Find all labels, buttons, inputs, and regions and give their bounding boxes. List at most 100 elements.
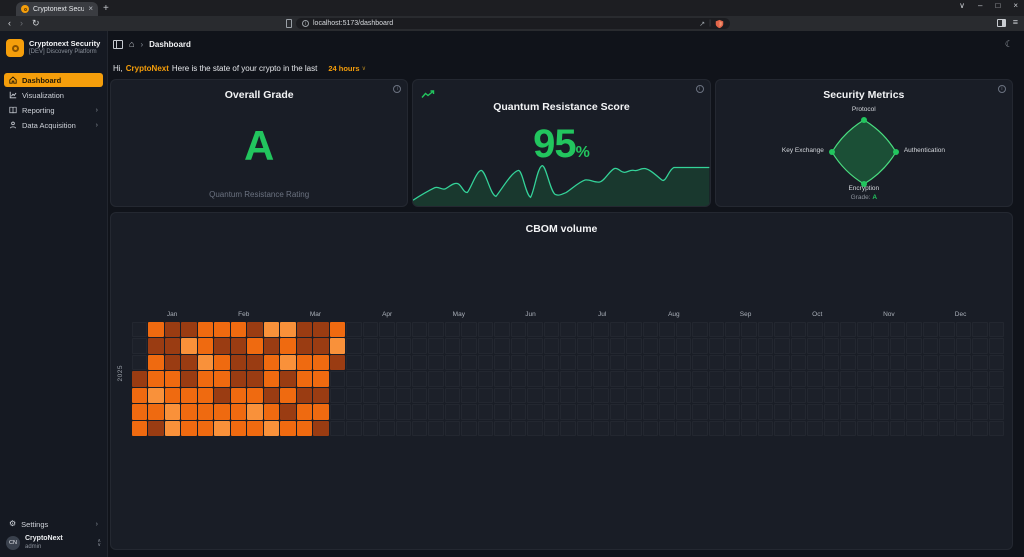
heatmap-cell[interactable]: [296, 420, 313, 436]
heatmap-cell[interactable]: [280, 420, 296, 436]
heatmap-cell[interactable]: [148, 404, 164, 420]
heatmap-cell[interactable]: [230, 404, 247, 420]
heatmap-cell[interactable]: [230, 354, 247, 371]
heatmap-cell[interactable]: [329, 338, 346, 354]
site-info-icon[interactable]: i: [302, 20, 309, 27]
heatmap-cell[interactable]: [214, 322, 230, 338]
heatmap-cell[interactable]: [164, 387, 181, 404]
browser-reload-button[interactable]: ↻: [32, 19, 40, 28]
heatmap-cell[interactable]: [263, 338, 280, 354]
heatmap-cell[interactable]: [181, 387, 197, 404]
sidebar-item-visualization[interactable]: Visualization: [4, 88, 103, 102]
heatmap-cell[interactable]: [164, 322, 181, 338]
sidebar-item-settings[interactable]: ⚙ Settings ›: [4, 517, 103, 531]
heatmap-cell[interactable]: [214, 371, 230, 387]
heatmap-cell[interactable]: [329, 322, 346, 338]
heatmap-cell[interactable]: [313, 322, 329, 338]
heatmap-cell[interactable]: [247, 404, 263, 420]
sidebar-toggle-icon[interactable]: [113, 39, 123, 49]
heatmap-cell[interactable]: [148, 371, 164, 387]
heatmap-cell[interactable]: [313, 338, 329, 354]
heatmap-cell[interactable]: [296, 387, 313, 404]
browser-back-button[interactable]: ‹: [8, 19, 11, 28]
heatmap-cell[interactable]: [132, 420, 148, 436]
device-toolbar-icon[interactable]: [286, 19, 292, 28]
heatmap-cell[interactable]: [214, 420, 230, 436]
window-chevron-icon[interactable]: ∨: [959, 1, 965, 10]
heatmap-cell[interactable]: [247, 322, 263, 338]
heatmap-cell[interactable]: [181, 338, 197, 354]
window-maximize-button[interactable]: □: [995, 1, 1000, 10]
heatmap-cell[interactable]: [296, 322, 313, 338]
user-menu[interactable]: CN CryptoNext admin ∧ ∨: [6, 535, 101, 551]
heatmap-cell[interactable]: [247, 371, 263, 387]
heatmap-cell[interactable]: [280, 404, 296, 420]
heatmap-cell[interactable]: [263, 387, 280, 404]
heatmap-cell[interactable]: [148, 354, 164, 371]
heatmap-cell[interactable]: [230, 371, 247, 387]
heatmap-cell[interactable]: [181, 420, 197, 436]
heatmap-cell[interactable]: [197, 420, 214, 436]
theme-toggle-moon-icon[interactable]: ☾: [1005, 39, 1013, 50]
heatmap-cell[interactable]: [181, 404, 197, 420]
heatmap-cell[interactable]: [296, 371, 313, 387]
heatmap-cell[interactable]: [280, 371, 296, 387]
heatmap-cell[interactable]: [263, 354, 280, 371]
split-screen-icon[interactable]: [996, 18, 1006, 27]
heatmap-cell[interactable]: [197, 387, 214, 404]
heatmap-cell[interactable]: [296, 404, 313, 420]
heatmap-cell[interactable]: [164, 420, 181, 436]
sidebar-item-dashboard[interactable]: Dashboard: [4, 73, 103, 87]
window-close-button[interactable]: ×: [1013, 1, 1018, 10]
share-icon[interactable]: ↗: [699, 20, 705, 28]
heatmap-cell[interactable]: [197, 371, 214, 387]
heatmap-cell[interactable]: [263, 322, 280, 338]
heatmap-cell[interactable]: [263, 420, 280, 436]
heatmap-cell[interactable]: [296, 338, 313, 354]
heatmap-cell[interactable]: [263, 404, 280, 420]
browser-tab[interactable]: Cryptonext Security ×: [16, 2, 98, 16]
heatmap-cell[interactable]: [280, 338, 296, 354]
heatmap-cell[interactable]: [313, 387, 329, 404]
heatmap-cell[interactable]: [263, 371, 280, 387]
heatmap-cell[interactable]: [148, 338, 164, 354]
tab-close-icon[interactable]: ×: [88, 5, 93, 13]
heatmap-cell[interactable]: [197, 354, 214, 371]
browser-menu-icon[interactable]: ≡: [1013, 18, 1018, 27]
heatmap-cell[interactable]: [247, 354, 263, 371]
heatmap-cell[interactable]: [197, 404, 214, 420]
heatmap-cell[interactable]: [197, 322, 214, 338]
heatmap-cell[interactable]: [280, 354, 296, 371]
heatmap-cell[interactable]: [214, 387, 230, 404]
heatmap-cell[interactable]: [148, 322, 164, 338]
heatmap-cell[interactable]: [230, 420, 247, 436]
heatmap-cell[interactable]: [313, 371, 329, 387]
heatmap-cell[interactable]: [329, 354, 346, 371]
heatmap-cell[interactable]: [132, 387, 148, 404]
heatmap-cell[interactable]: [181, 354, 197, 371]
heatmap-cell[interactable]: [148, 387, 164, 404]
heatmap-cell[interactable]: [280, 387, 296, 404]
heatmap-cell[interactable]: [164, 371, 181, 387]
heatmap-cell[interactable]: [132, 371, 148, 387]
heatmap-cell[interactable]: [313, 420, 329, 436]
breadcrumb[interactable]: Dashboard: [149, 40, 191, 49]
address-bar[interactable]: i localhost:5173/dashboard ↗ |: [296, 18, 730, 29]
heatmap-cell[interactable]: [313, 354, 329, 371]
heatmap-cell[interactable]: [230, 322, 247, 338]
heatmap-cell[interactable]: [230, 338, 247, 354]
new-tab-button[interactable]: +: [103, 3, 109, 14]
sidebar-item-data-acquisition[interactable]: Data Acquisition ›: [4, 118, 103, 132]
heatmap-cell[interactable]: [296, 354, 313, 371]
heatmap-cell[interactable]: [148, 420, 164, 436]
extension-shield-icon[interactable]: [715, 19, 724, 29]
heatmap-cell[interactable]: [181, 322, 197, 338]
heatmap-cell[interactable]: [164, 338, 181, 354]
heatmap-cell[interactable]: [181, 371, 197, 387]
sidebar-item-reporting[interactable]: Reporting ›: [4, 103, 103, 117]
info-icon[interactable]: i: [695, 85, 704, 93]
heatmap-cell[interactable]: [214, 354, 230, 371]
heatmap-cell[interactable]: [164, 404, 181, 420]
heatmap-cell[interactable]: [214, 338, 230, 354]
heatmap-cell[interactable]: [247, 387, 263, 404]
